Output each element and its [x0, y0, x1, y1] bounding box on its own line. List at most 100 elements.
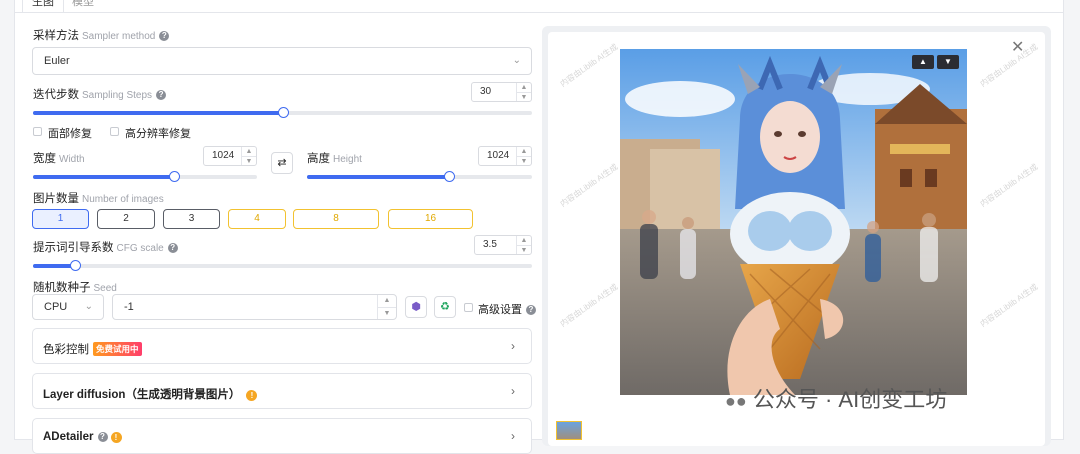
steps-stepper[interactable]: ▲ ▼ [516, 83, 531, 101]
images-option-4[interactable]: 4 [228, 209, 286, 229]
seed-input[interactable]: -1 ▲ ▼ [112, 294, 397, 320]
advanced-checkbox[interactable] [464, 303, 473, 312]
steps-slider-handle[interactable] [277, 107, 289, 118]
images-label-en: Number of images [82, 194, 164, 205]
tab-generate[interactable]: 生图 [32, 0, 54, 12]
height-stepper[interactable]: ▲ ▼ [516, 147, 531, 165]
sampler-value: Euler [44, 55, 70, 67]
chevron-up-icon[interactable]: ▲ [517, 147, 531, 157]
sampler-select[interactable]: Euler ⌄ [32, 47, 532, 75]
width-label: 宽度 Width [33, 150, 85, 166]
seed-device-value: CPU [44, 301, 68, 313]
help-icon[interactable]: ? [526, 305, 536, 315]
chevron-right-icon: › [511, 429, 515, 443]
chevron-up-icon[interactable]: ▲ [378, 295, 396, 308]
adetailer-title: ADetailer?! [43, 431, 122, 443]
hires-fix-checkbox[interactable] [110, 127, 119, 136]
help-icon[interactable]: ? [159, 31, 170, 41]
chevron-up-icon[interactable]: ▲ [242, 147, 256, 157]
face-fix-checkbox[interactable] [33, 127, 42, 136]
seed-value: -1 [124, 301, 134, 313]
chevron-down-icon[interactable]: ▼ [378, 308, 396, 320]
images-option-16[interactable]: 16 [388, 209, 473, 229]
chevron-up-icon[interactable]: ▲ [517, 83, 531, 93]
images-option-3[interactable]: 3 [163, 209, 220, 229]
images-option-8[interactable]: 8 [293, 209, 379, 229]
layer-diffusion-title: Layer diffusion（生成透明背景图片）! [43, 386, 258, 402]
chevron-up-icon[interactable]: ▲ [517, 236, 531, 246]
height-input[interactable]: 1024 ▲ ▼ [478, 146, 532, 166]
chevron-down-icon: ⌄ [512, 55, 521, 66]
width-label-cn: 宽度 [33, 153, 56, 165]
width-stepper[interactable]: ▲ ▼ [241, 147, 256, 165]
height-label: 高度 Height [307, 150, 362, 166]
cfg-value: 3.5 [483, 239, 497, 250]
free-trial-badge: 免费试用中 [93, 342, 142, 356]
cfg-label-cn: 提示词引导系数 [33, 242, 114, 254]
height-slider-fill [307, 175, 449, 179]
adetailer-label: ADetailer [43, 431, 94, 443]
width-slider[interactable] [33, 171, 257, 182]
wechat-icon: ●● [725, 391, 747, 411]
steps-label-en: Sampling Steps [82, 90, 153, 101]
width-input[interactable]: 1024 ▲ ▼ [203, 146, 257, 166]
height-slider[interactable] [307, 171, 532, 182]
height-value: 1024 [487, 150, 510, 161]
thumbs-up-icon[interactable]: ▲ [912, 55, 934, 69]
width-label-en: Width [59, 154, 85, 165]
height-label-en: Height [333, 154, 362, 165]
swap-dimensions-button[interactable]: ⇄ [271, 152, 293, 174]
color-control-panel[interactable]: 色彩控制 免费试用中 › [32, 328, 532, 364]
thumbs-down-icon[interactable]: ▼ [937, 55, 959, 69]
chevron-down-icon: ⌄ [84, 301, 93, 312]
cfg-stepper[interactable]: ▲ ▼ [516, 236, 531, 254]
info-icon[interactable]: ! [246, 390, 258, 401]
height-slider-handle[interactable] [443, 171, 455, 182]
chevron-down-icon[interactable]: ▼ [517, 93, 531, 102]
hires-fix-label: 高分辨率修复 [125, 128, 191, 140]
seed-label: 随机数种子 Seed [33, 279, 117, 295]
tab-model[interactable]: 模型 [72, 0, 94, 12]
color-control-title: 色彩控制 免费试用中 [43, 341, 142, 357]
cfg-input[interactable]: 3.5 ▲ ▼ [474, 235, 532, 255]
help-icon[interactable]: ? [167, 243, 178, 253]
help-icon[interactable]: ? [156, 90, 167, 100]
sampler-label-cn: 采样方法 [33, 30, 79, 42]
recycle-seed-button[interactable]: ♻ [434, 296, 456, 318]
cfg-label: 提示词引导系数 CFG scale? [33, 239, 178, 255]
advanced-label: 高级设置? [478, 301, 536, 317]
steps-value: 30 [480, 86, 492, 97]
cfg-label-en: CFG scale [116, 243, 164, 254]
generated-image[interactable]: ▲ ▼ [620, 49, 967, 395]
steps-slider[interactable] [33, 107, 532, 118]
dice-icon: ⬢ [411, 301, 421, 313]
sampler-label-en: Sampler method [82, 31, 156, 42]
sampler-label: 采样方法 Sampler method? [33, 27, 170, 43]
info-icon[interactable]: ! [110, 432, 122, 443]
steps-label: 迭代步数 Sampling Steps? [33, 86, 167, 102]
cfg-slider-fill [33, 264, 76, 268]
seed-label-en: Seed [93, 283, 117, 294]
images-option-1[interactable]: 1 [32, 209, 89, 229]
chevron-right-icon: › [511, 339, 515, 353]
seed-stepper[interactable]: ▲ ▼ [377, 295, 396, 319]
cfg-slider[interactable] [33, 260, 532, 271]
steps-input[interactable]: 30 ▲ ▼ [471, 82, 532, 102]
image-thumbnail[interactable] [556, 421, 582, 440]
chevron-right-icon: › [511, 384, 515, 398]
chevron-down-icon[interactable]: ▼ [242, 157, 256, 166]
seed-device-select[interactable]: CPU ⌄ [32, 294, 104, 320]
random-seed-button[interactable]: ⬢ [405, 296, 427, 318]
wechat-watermark: ●● 公众号 · AI创变工坊 [725, 382, 947, 414]
chevron-down-icon[interactable]: ▼ [517, 157, 531, 166]
layer-diffusion-panel[interactable]: Layer diffusion（生成透明背景图片）! › [32, 373, 532, 409]
tab-divider [14, 12, 1064, 13]
adetailer-panel[interactable]: ADetailer?! › [32, 418, 532, 454]
face-fix-label: 面部修复 [48, 128, 92, 140]
chevron-down-icon[interactable]: ▼ [517, 246, 531, 255]
wechat-watermark-text: 公众号 · AI创变工坊 [752, 387, 948, 412]
steps-label-cn: 迭代步数 [33, 89, 79, 101]
help-icon[interactable]: ? [97, 432, 108, 442]
seed-label-cn: 随机数种子 [33, 282, 91, 294]
images-option-2[interactable]: 2 [97, 209, 155, 229]
